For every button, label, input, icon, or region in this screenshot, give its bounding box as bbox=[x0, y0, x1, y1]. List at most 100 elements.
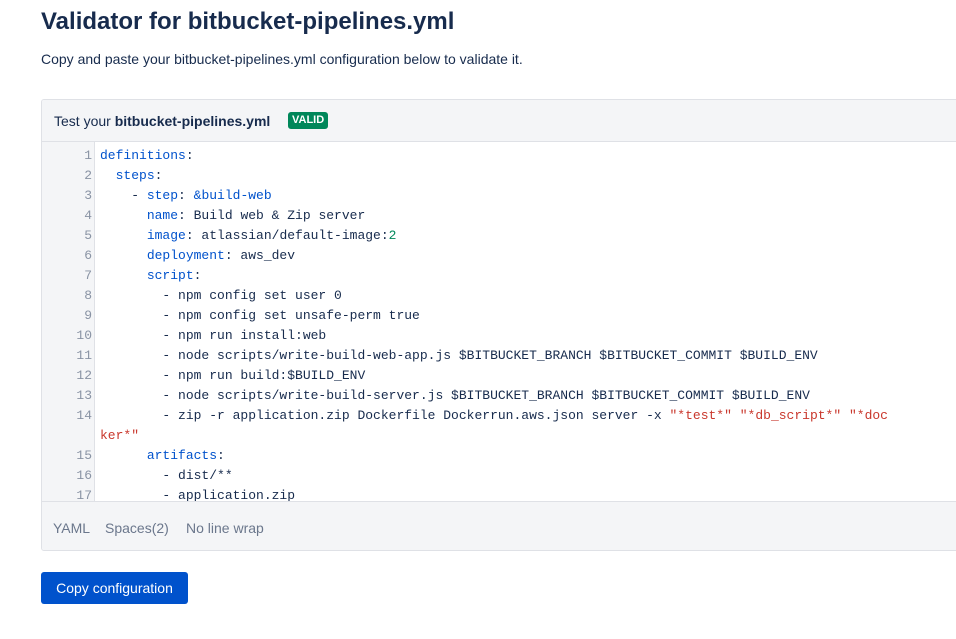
code-line: 9 - npm config set unsafe-perm true bbox=[42, 306, 956, 326]
panel-header: Test your bitbucket-pipelines.yml VALID bbox=[42, 100, 956, 142]
line-number: 14 bbox=[76, 408, 92, 423]
copy-configuration-button[interactable]: Copy configuration bbox=[41, 572, 188, 604]
code-content: definitions: bbox=[100, 146, 194, 166]
code-text: : atlassian/default-image: bbox=[185, 228, 389, 243]
page-subtitle: Copy and paste your bitbucket-pipelines.… bbox=[41, 51, 523, 67]
code-content: - npm run build:$BUILD_ENV bbox=[100, 366, 365, 386]
line-number: 5 bbox=[84, 228, 92, 243]
code-text: - node scripts/write-build-server.js $BI… bbox=[100, 388, 810, 403]
yaml-key: steps bbox=[115, 168, 155, 183]
yaml-key: artifacts bbox=[146, 448, 218, 463]
panel-label: Test your bitbucket-pipelines.yml bbox=[54, 113, 270, 129]
yaml-editor[interactable]: 1 definitions: 2 steps: 3 - step: &build-we… bbox=[42, 142, 956, 502]
code-line: 10 - npm run install:web bbox=[42, 326, 956, 346]
code-content: - step: &build-web bbox=[100, 186, 271, 206]
yaml-string: "*test*" bbox=[669, 408, 732, 423]
code-line: 13 - node scripts/write-build-server.js … bbox=[42, 386, 956, 406]
code-content: ker*" bbox=[100, 426, 139, 446]
code-line: ker*" bbox=[42, 426, 956, 446]
code-text: : bbox=[217, 448, 225, 463]
yaml-key: step bbox=[146, 188, 179, 203]
code-line: 11 - node scripts/write-build-web-app.js… bbox=[42, 346, 956, 366]
code-content: deployment: aws_dev bbox=[100, 246, 295, 266]
yaml-key: script bbox=[146, 268, 194, 283]
code-text: - npm run install:web bbox=[100, 328, 327, 343]
code-text: : aws_dev bbox=[224, 248, 296, 263]
line-number: 6 bbox=[84, 248, 92, 263]
code-line: 15 artifacts: bbox=[42, 446, 956, 466]
yaml-string: ker*" bbox=[100, 428, 140, 443]
indent-setting: Spaces(2) bbox=[105, 520, 169, 536]
code-text: - npm config set unsafe-perm true bbox=[100, 308, 420, 323]
line-number: 9 bbox=[84, 308, 92, 323]
panel-label-file: bitbucket-pipelines.yml bbox=[114, 113, 271, 129]
code-line: 1 definitions: bbox=[42, 146, 956, 166]
yaml-key: image bbox=[146, 228, 186, 243]
code-line: 4 name: Build web & Zip server bbox=[42, 206, 956, 226]
code-line: 8 - npm config set user 0 bbox=[42, 286, 956, 306]
code-line: 5 image: atlassian/default-image:2 bbox=[42, 226, 956, 246]
code-content: image: atlassian/default-image:2 bbox=[100, 226, 397, 246]
code-text: : bbox=[185, 148, 194, 163]
page-title: Validator for bitbucket-pipelines.yml bbox=[41, 8, 455, 35]
code-text: - npm run build:$BUILD_ENV bbox=[100, 368, 366, 383]
yaml-key: name bbox=[146, 208, 179, 223]
validator-panel: Test your bitbucket-pipelines.yml VALID … bbox=[41, 99, 956, 551]
code-content: - application.zip bbox=[100, 486, 295, 502]
yaml-key: deployment bbox=[146, 248, 225, 263]
code-line: 17 - application.zip bbox=[42, 486, 956, 502]
code-line: 16 - dist/** bbox=[42, 466, 956, 486]
code-content: - node scripts/write-build-web-app.js $B… bbox=[100, 346, 818, 366]
panel-label-prefix: Test your bbox=[54, 113, 115, 129]
status-badge: VALID bbox=[288, 112, 329, 129]
code-content: steps: bbox=[100, 166, 163, 186]
code-content: - npm config set unsafe-perm true bbox=[100, 306, 420, 326]
language-mode: YAML bbox=[53, 520, 91, 536]
code-text: - zip -r application.zip Dockerfile Dock… bbox=[100, 408, 670, 423]
line-number: 3 bbox=[84, 188, 92, 203]
line-number: 12 bbox=[76, 368, 92, 383]
code-text: : bbox=[154, 168, 163, 183]
line-number: 17 bbox=[76, 488, 92, 502]
yaml-string: "*db_script*" bbox=[739, 408, 842, 423]
wrap-setting: No line wrap bbox=[186, 520, 264, 536]
code-line: 2 steps: bbox=[42, 166, 956, 186]
line-number: 15 bbox=[76, 448, 92, 463]
code-content: - node scripts/write-build-server.js $BI… bbox=[100, 386, 810, 406]
code-text: - bbox=[100, 188, 147, 203]
code-line: 12 - npm run build:$BUILD_ENV bbox=[42, 366, 956, 386]
code-text: : Build web & Zip server bbox=[178, 208, 366, 223]
line-number: 11 bbox=[76, 348, 92, 363]
yaml-string: "*doc bbox=[848, 408, 888, 423]
line-number: 7 bbox=[84, 268, 92, 283]
code-text: : bbox=[193, 268, 202, 283]
code-text: - npm config set user 0 bbox=[100, 288, 342, 303]
line-number: 16 bbox=[76, 468, 92, 483]
line-number: 2 bbox=[84, 168, 92, 183]
code-content: artifacts: bbox=[100, 446, 225, 466]
code-content: script: bbox=[100, 266, 202, 286]
code-line: 7 script: bbox=[42, 266, 956, 286]
code-line: 3 - step: &build-web bbox=[42, 186, 956, 206]
line-number: 13 bbox=[76, 388, 92, 403]
line-number: 10 bbox=[76, 328, 92, 343]
line-number: 4 bbox=[84, 208, 92, 223]
code-content: - npm run install:web bbox=[100, 326, 326, 346]
code-text: - application.zip bbox=[100, 488, 296, 502]
yaml-key: definitions bbox=[100, 148, 186, 163]
code-line: 6 deployment: aws_dev bbox=[42, 246, 956, 266]
code-content: - zip -r application.zip Dockerfile Dock… bbox=[100, 406, 888, 426]
code-text: - node scripts/write-build-web-app.js $B… bbox=[100, 348, 818, 363]
code-content: - dist/** bbox=[100, 466, 233, 486]
code-line: 14 - zip -r application.zip Dockerfile D… bbox=[42, 406, 956, 426]
editor-status-bar: YAML Spaces(2) No line wrap bbox=[42, 501, 956, 550]
code-text: - dist/** bbox=[100, 468, 233, 483]
